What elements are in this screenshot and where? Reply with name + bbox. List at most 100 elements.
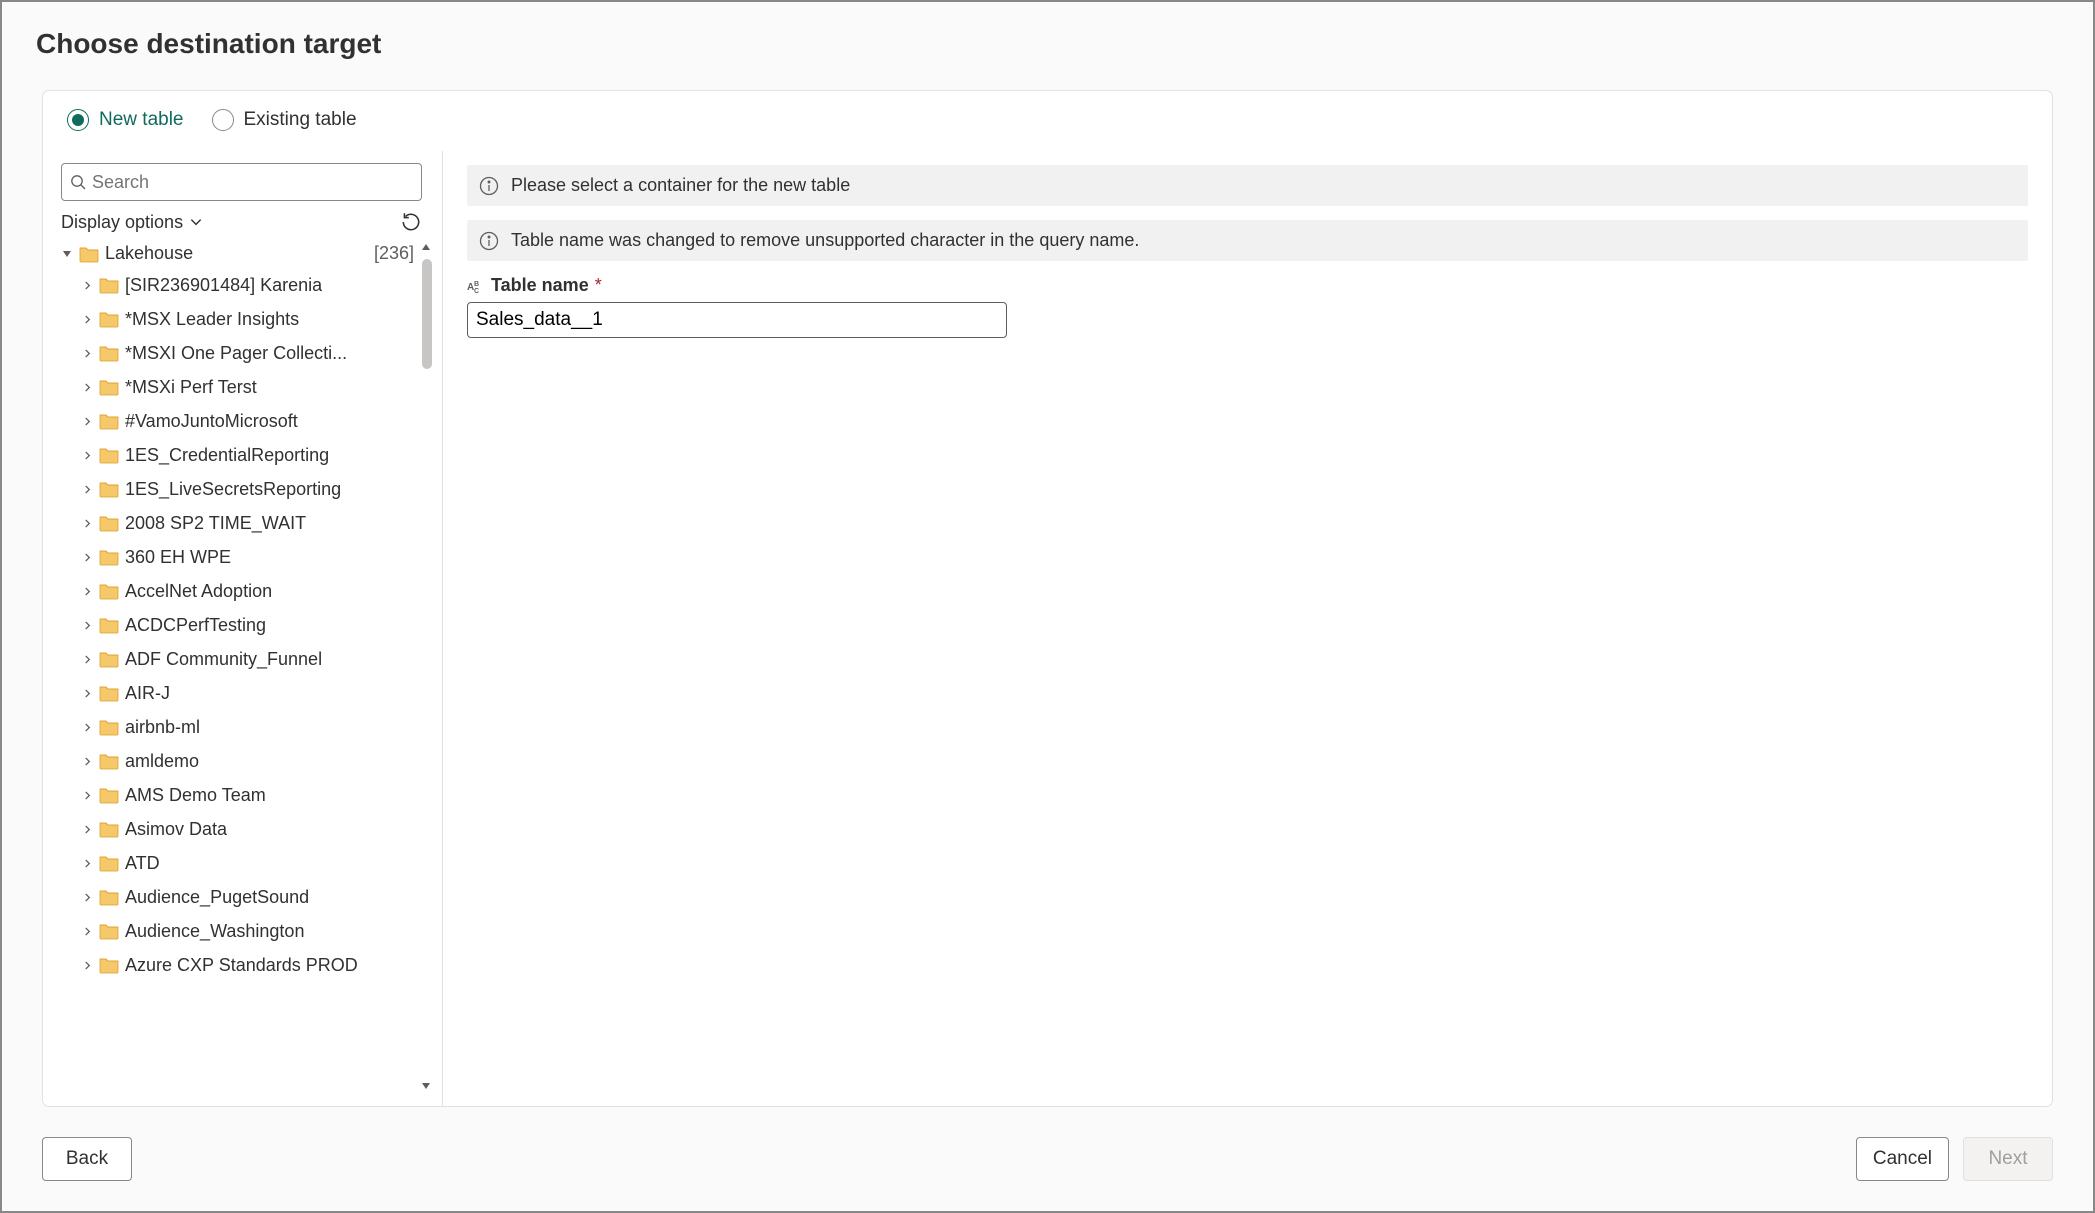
tree-item[interactable]: Audience_Washington xyxy=(81,914,416,948)
scroll-down-button[interactable] xyxy=(418,1078,434,1094)
folder-icon xyxy=(79,245,99,263)
search-input[interactable] xyxy=(92,172,413,193)
tree-item[interactable]: amldemo xyxy=(81,744,416,778)
caret-right-icon xyxy=(81,347,93,359)
folder-icon xyxy=(99,276,119,294)
refresh-icon[interactable] xyxy=(400,211,422,233)
tree-item[interactable]: [SIR236901484] Karenia xyxy=(81,268,416,302)
tree-item[interactable]: ACDCPerfTesting xyxy=(81,608,416,642)
tree-item[interactable]: #VamoJuntoMicrosoft xyxy=(81,404,416,438)
folder-icon xyxy=(99,718,119,736)
caret-right-icon xyxy=(81,721,93,733)
tree-item-label: airbnb-ml xyxy=(125,713,200,741)
table-name-field: A B C Table name * xyxy=(467,275,2028,338)
folder-icon xyxy=(99,956,119,974)
caret-right-icon xyxy=(81,687,93,699)
tree-item[interactable]: *MSXi Perf Terst xyxy=(81,370,416,404)
folder-tree[interactable]: Lakehouse [236] [SIR236901484] Karenia*M… xyxy=(61,239,434,1094)
tree-item[interactable]: Asimov Data xyxy=(81,812,416,846)
scroll-up-button[interactable] xyxy=(418,239,434,255)
tree-item[interactable]: 1ES_CredentialReporting xyxy=(81,438,416,472)
caret-right-icon xyxy=(81,313,93,325)
folder-icon xyxy=(99,854,119,872)
folder-icon xyxy=(99,548,119,566)
radio-new-table[interactable]: New table xyxy=(67,109,184,131)
tree-item[interactable]: ATD xyxy=(81,846,416,880)
folder-icon xyxy=(99,786,119,804)
table-mode-radio-group: New table Existing table xyxy=(43,91,2052,131)
required-indicator: * xyxy=(595,275,602,296)
tree-item[interactable]: *MSXI One Pager Collecti... xyxy=(81,336,416,370)
destination-dialog: Choose destination target New table Exis… xyxy=(6,6,2089,1207)
body-split: Display options Lakehouse [236] xyxy=(43,151,2052,1106)
scroll-thumb[interactable] xyxy=(422,259,432,369)
tree-item-label: ATD xyxy=(125,849,160,877)
folder-icon xyxy=(99,820,119,838)
caret-down-icon xyxy=(61,248,73,260)
svg-text:C: C xyxy=(474,288,479,294)
caret-right-icon xyxy=(81,653,93,665)
scroll-track[interactable] xyxy=(422,259,432,1074)
tree-item[interactable]: airbnb-ml xyxy=(81,710,416,744)
tree-item[interactable]: 2008 SP2 TIME_WAIT xyxy=(81,506,416,540)
tree-item[interactable]: 1ES_LiveSecretsReporting xyxy=(81,472,416,506)
caret-right-icon xyxy=(81,585,93,597)
field-label: A B C Table name * xyxy=(467,275,2028,296)
tree-item-label: Azure CXP Standards PROD xyxy=(125,951,358,979)
folder-icon xyxy=(99,616,119,634)
tree-item[interactable]: 360 EH WPE xyxy=(81,540,416,574)
folder-icon xyxy=(99,310,119,328)
table-name-input[interactable] xyxy=(467,302,1007,338)
folder-icon xyxy=(99,446,119,464)
folder-icon xyxy=(99,888,119,906)
table-name-label: Table name xyxy=(491,275,589,296)
tree-item[interactable]: Azure CXP Standards PROD xyxy=(81,948,416,982)
display-options-label: Display options xyxy=(61,212,183,233)
tree-item[interactable]: AccelNet Adoption xyxy=(81,574,416,608)
tree-item-label: *MSXI One Pager Collecti... xyxy=(125,339,347,367)
tree-item-label: Audience_PugetSound xyxy=(125,883,309,911)
tree-item[interactable]: *MSX Leader Insights xyxy=(81,302,416,336)
tree-item[interactable]: ADF Community_Funnel xyxy=(81,642,416,676)
tree-item[interactable]: AIR-J xyxy=(81,676,416,710)
caret-right-icon xyxy=(81,381,93,393)
caret-right-icon xyxy=(81,959,93,971)
caret-right-icon xyxy=(81,925,93,937)
folder-icon xyxy=(99,378,119,396)
caret-right-icon xyxy=(81,755,93,767)
caret-right-icon xyxy=(81,823,93,835)
tree-item-label: Audience_Washington xyxy=(125,917,304,945)
search-icon xyxy=(70,174,86,190)
caret-right-icon xyxy=(81,551,93,563)
tree-wrap: Lakehouse [236] [SIR236901484] Karenia*M… xyxy=(61,239,434,1094)
radio-indicator xyxy=(212,109,234,131)
radio-existing-table[interactable]: Existing table xyxy=(212,109,357,131)
search-box[interactable] xyxy=(61,163,422,201)
caret-right-icon xyxy=(81,415,93,427)
tree-children: [SIR236901484] Karenia*MSX Leader Insigh… xyxy=(61,268,416,982)
caret-right-icon xyxy=(81,857,93,869)
tree-item-label: #VamoJuntoMicrosoft xyxy=(125,407,298,435)
display-options-button[interactable]: Display options xyxy=(61,212,203,233)
info-icon xyxy=(479,231,499,251)
tree-item[interactable]: Audience_PugetSound xyxy=(81,880,416,914)
tree-item-label: 360 EH WPE xyxy=(125,543,231,571)
tree-item-label: *MSXi Perf Terst xyxy=(125,373,257,401)
tree-item[interactable]: AMS Demo Team xyxy=(81,778,416,812)
next-button: Next xyxy=(1963,1137,2053,1181)
tree-item-label: 2008 SP2 TIME_WAIT xyxy=(125,509,306,537)
tree-root-label: Lakehouse xyxy=(105,243,193,264)
info-icon xyxy=(479,176,499,196)
info-name-changed: Table name was changed to remove unsuppo… xyxy=(467,220,2028,261)
footer-right: Cancel Next xyxy=(1856,1137,2053,1181)
tree-root[interactable]: Lakehouse [236] xyxy=(61,239,416,268)
folder-icon xyxy=(99,514,119,532)
folder-icon xyxy=(99,922,119,940)
radio-label: New table xyxy=(99,109,184,131)
caret-right-icon xyxy=(81,483,93,495)
folder-icon xyxy=(99,650,119,668)
back-button[interactable]: Back xyxy=(42,1137,132,1181)
cancel-button[interactable]: Cancel xyxy=(1856,1137,1949,1181)
svg-text:B: B xyxy=(474,281,479,288)
folder-icon xyxy=(99,344,119,362)
